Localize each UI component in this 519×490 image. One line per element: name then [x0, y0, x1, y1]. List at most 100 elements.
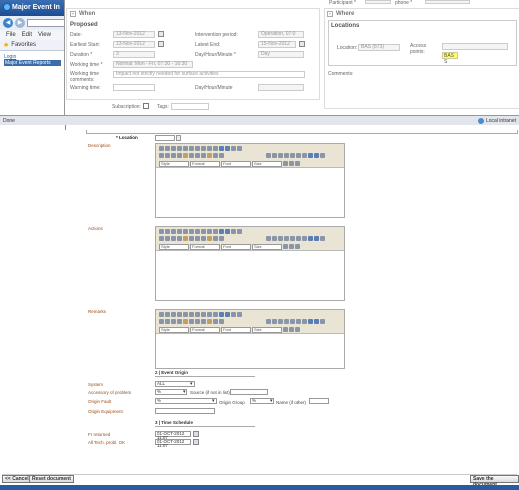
font-dropdown[interactable]: Font: [221, 160, 251, 167]
redo-icon[interactable]: [213, 146, 218, 151]
remove-format-icon[interactable]: [237, 229, 242, 234]
favorites-button[interactable]: Favorites: [11, 42, 36, 48]
replace-icon[interactable]: [225, 312, 230, 317]
phone-field[interactable]: [425, 0, 470, 4]
special-char-icon[interactable]: [213, 319, 218, 324]
italic-icon[interactable]: [272, 236, 277, 241]
cut-icon[interactable]: [189, 229, 194, 234]
calendar-icon[interactable]: [193, 431, 199, 437]
select-all-icon[interactable]: [231, 312, 236, 317]
radio-icon[interactable]: [171, 153, 176, 158]
source-icon[interactable]: [159, 146, 164, 151]
italic-icon[interactable]: [272, 153, 277, 158]
cut-icon[interactable]: [189, 146, 194, 151]
select-all-icon[interactable]: [231, 229, 236, 234]
form-icon[interactable]: [159, 319, 164, 324]
size-dropdown[interactable]: Size: [252, 326, 282, 333]
cut-icon[interactable]: [189, 312, 194, 317]
strike-icon[interactable]: [284, 153, 289, 158]
preview-icon[interactable]: [177, 312, 182, 317]
fr-returned-input[interactable]: 01-OCT-2012 11:07: [155, 431, 191, 440]
page-break-icon[interactable]: [219, 236, 224, 241]
collapse-icon[interactable]: -: [70, 11, 76, 17]
flash-icon[interactable]: [189, 236, 194, 241]
text-color-icon[interactable]: [283, 161, 288, 166]
smiley-icon[interactable]: [207, 236, 212, 241]
back-icon[interactable]: ◀: [3, 18, 13, 28]
remove-format-icon[interactable]: [237, 146, 242, 151]
link-icon[interactable]: [308, 153, 313, 158]
new-page-icon[interactable]: [171, 229, 176, 234]
maximize-icon[interactable]: [295, 327, 300, 332]
date-field[interactable]: 13-Nov-2012: [113, 31, 155, 38]
duration-field[interactable]: 3: [113, 51, 155, 58]
actions-editor[interactable]: Style Format Font Size: [155, 226, 345, 301]
save-document-button[interactable]: Save the document: [470, 475, 519, 488]
chevron-down-icon[interactable]: ▾: [270, 398, 273, 404]
format-dropdown[interactable]: Format: [190, 160, 220, 167]
font-dropdown[interactable]: Font: [221, 243, 251, 250]
special-char-icon[interactable]: [213, 236, 218, 241]
style-dropdown[interactable]: Style: [159, 326, 189, 333]
style-dropdown[interactable]: Style: [159, 160, 189, 167]
underline-icon[interactable]: [278, 319, 283, 324]
system-select[interactable]: ALL: [155, 381, 195, 387]
location-input[interactable]: [155, 135, 175, 141]
flash-icon[interactable]: [189, 319, 194, 324]
format-dropdown[interactable]: Format: [190, 243, 220, 250]
new-page-icon[interactable]: [171, 312, 176, 317]
major-event-reports-link[interactable]: Major Event Reports: [4, 60, 61, 66]
copy-icon[interactable]: [195, 312, 200, 317]
menu-file[interactable]: File: [6, 32, 16, 38]
earliest-start-field[interactable]: 13-Nov-2012: [113, 41, 155, 48]
indent-icon[interactable]: [296, 319, 301, 324]
align-icon[interactable]: [302, 153, 307, 158]
rule-icon[interactable]: [201, 153, 206, 158]
form-icon[interactable]: [159, 153, 164, 158]
indent-icon[interactable]: [296, 236, 301, 241]
save-icon[interactable]: [165, 146, 170, 151]
undo-icon[interactable]: [207, 312, 212, 317]
rule-icon[interactable]: [201, 319, 206, 324]
undo-icon[interactable]: [207, 229, 212, 234]
tags-select[interactable]: [171, 103, 209, 110]
list-icon[interactable]: [290, 236, 295, 241]
indent-icon[interactable]: [296, 153, 301, 158]
underline-icon[interactable]: [278, 236, 283, 241]
undo-icon[interactable]: [207, 146, 212, 151]
warning-time-field[interactable]: [113, 84, 155, 91]
unlink-icon[interactable]: [314, 319, 319, 324]
menu-view[interactable]: View: [38, 32, 51, 38]
format-dropdown[interactable]: Format: [190, 326, 220, 333]
chevron-down-icon[interactable]: ▾: [190, 381, 193, 387]
anchor-icon[interactable]: [320, 153, 325, 158]
source-icon[interactable]: [159, 229, 164, 234]
forward-icon[interactable]: ▶: [15, 18, 25, 28]
link-icon[interactable]: [308, 236, 313, 241]
radio-icon[interactable]: [171, 236, 176, 241]
preview-icon[interactable]: [177, 146, 182, 151]
find-icon[interactable]: [219, 312, 224, 317]
preview-icon[interactable]: [177, 229, 182, 234]
select-all-icon[interactable]: [231, 146, 236, 151]
save-icon[interactable]: [165, 312, 170, 317]
collapse-icon[interactable]: -: [327, 11, 333, 17]
smiley-icon[interactable]: [207, 153, 212, 158]
new-page-icon[interactable]: [171, 146, 176, 151]
star-icon[interactable]: ★: [3, 41, 9, 49]
bg-color-icon[interactable]: [289, 244, 294, 249]
text-color-icon[interactable]: [283, 327, 288, 332]
chevron-down-icon[interactable]: ▾: [183, 389, 186, 395]
where-header[interactable]: - Where: [327, 11, 354, 17]
remove-format-icon[interactable]: [237, 312, 242, 317]
image-icon[interactable]: [183, 319, 188, 324]
table-icon[interactable]: [195, 319, 200, 324]
font-dropdown[interactable]: Font: [221, 326, 251, 333]
find-icon[interactable]: [219, 146, 224, 151]
description-editor[interactable]: Style Format Font Size: [155, 143, 345, 218]
anchor-icon[interactable]: [320, 319, 325, 324]
source-input[interactable]: [230, 389, 268, 395]
working-time-comments-field[interactable]: Impact not strictly needed for surface a…: [113, 71, 305, 78]
form-icon[interactable]: [159, 236, 164, 241]
list-icon[interactable]: [290, 153, 295, 158]
